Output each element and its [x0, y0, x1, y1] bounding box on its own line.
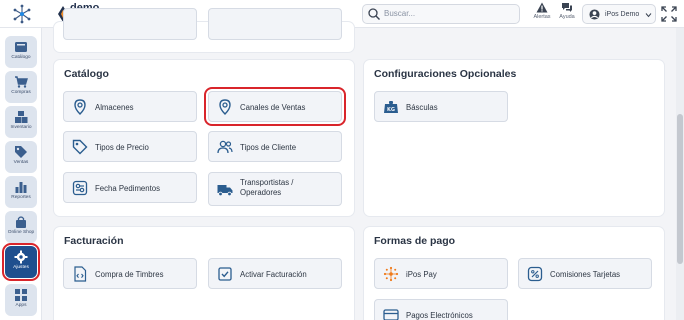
tile-label-basculas: Básculas [406, 103, 438, 112]
tile-ipos-pay[interactable]: iPos Pay [374, 258, 508, 289]
tile-compra-de-timbres[interactable]: Compra de Timbres [63, 258, 197, 289]
location-pin-icon [219, 99, 231, 115]
svg-text:KG: KG [387, 107, 395, 113]
tile-pagos-electronicos[interactable]: Pagos Electrónicos [374, 299, 508, 320]
tile-tipos-de-precio[interactable]: Tipos de Precio [63, 131, 197, 162]
tile-label-line-2: Operadores [240, 188, 282, 197]
tile-label-tipos-de-precio: Tipos de Precio [95, 143, 149, 152]
configuraciones-card: Configuraciones Opcionales KG Básculas [364, 60, 664, 216]
sidebar-item-catalogo[interactable]: Catálogo [5, 36, 37, 68]
ipos-pay-icon [383, 266, 399, 282]
tile-fecha-pedimentos[interactable]: Fecha Pedimentos [63, 172, 197, 203]
chat-help-icon [562, 3, 572, 12]
boxes-icon [15, 111, 28, 123]
user-avatar-icon [589, 9, 600, 20]
network-menu-icon[interactable] [12, 4, 32, 24]
sidebar-label-catalogo: Catálogo [11, 55, 31, 60]
formas-de-pago-title: Formas de pago [374, 235, 456, 247]
chevron-down-icon [645, 13, 652, 18]
search-icon [368, 8, 380, 20]
facturacion-title: Facturación [64, 235, 124, 247]
help-button[interactable]: Ayuda [555, 2, 579, 26]
sidebar-label-compras: Compras [11, 90, 31, 95]
tile-label-tipos-de-cliente: Tipos de Cliente [240, 143, 297, 152]
checkbox-icon [218, 267, 232, 281]
fullscreen-icon[interactable] [661, 6, 677, 22]
user-name: iPos Demo [605, 11, 640, 18]
credit-card-icon [383, 309, 399, 320]
alerts-button[interactable]: Alertas [530, 2, 554, 26]
catalog-icon [15, 42, 27, 52]
tile-transportistas-operadores[interactable]: Transportistas / Operadores [208, 172, 342, 206]
user-menu[interactable]: iPos Demo [582, 4, 656, 24]
sidebar-label-inventario: Inventario [10, 125, 32, 130]
tag-icon [15, 146, 27, 158]
sidebar-item-online-shop[interactable]: Online Shop [5, 211, 37, 243]
catalogo-title: Catálogo [64, 68, 109, 80]
sidebar-label-ajustes: Ajustes [13, 265, 29, 270]
tile-label-comisiones-tarjetas: Comisiones Tarjetas [550, 270, 621, 279]
code-document-icon [74, 266, 87, 282]
tile-label-activar-facturacion: Activar Facturación [240, 270, 307, 279]
bar-chart-icon [15, 182, 27, 193]
tile-label-compra-de-timbres: Compra de Timbres [95, 270, 164, 279]
configuraciones-title: Configuraciones Opcionales [374, 68, 517, 80]
previous-card-partial [54, 8, 354, 52]
catalogo-card: Catálogo Almacenes Canales de Ventas Tip… [54, 60, 354, 216]
shopping-bag-icon [16, 216, 26, 228]
tile-label-almacenes: Almacenes [95, 103, 134, 112]
sidebar-label-ventas: Ventas [13, 160, 29, 165]
sidebar-item-reportes[interactable]: Reportes [5, 176, 37, 208]
sidebar-label-online-shop: Online Shop [7, 230, 35, 235]
formas-de-pago-card: Formas de pago iPos Pay Comisiones Tarje… [364, 227, 664, 320]
sidebar-item-ajustes[interactable]: Ajustes [2, 243, 40, 281]
tile-basculas[interactable]: KG Básculas [374, 91, 508, 122]
users-icon [217, 140, 233, 154]
location-pin-icon [74, 99, 86, 115]
partial-tile[interactable] [63, 8, 197, 40]
sliders-icon [72, 180, 88, 196]
partial-tile[interactable] [208, 8, 342, 40]
sidebar-label-apps: Apps [15, 303, 27, 308]
sidebar-item-inventario[interactable]: Inventario [5, 106, 37, 138]
tile-label-ipos-pay: iPos Pay [406, 270, 437, 279]
gear-icon [14, 250, 28, 264]
tile-label-fecha-pedimentos: Fecha Pedimentos [95, 184, 161, 193]
warning-icon [536, 2, 548, 13]
sidebar-item-apps[interactable]: Apps [5, 284, 37, 316]
tile-label-canales-de-ventas: Canales de Ventas [240, 103, 306, 112]
cart-icon [15, 76, 28, 88]
scale-icon: KG [384, 101, 398, 113]
tile-label-transportistas-operadores: Transportistas / Operadores [240, 178, 293, 198]
page-scrollbar[interactable] [676, 28, 684, 320]
tile-tipos-de-cliente[interactable]: Tipos de Cliente [208, 131, 342, 162]
sidebar-item-compras[interactable]: Compras [5, 71, 37, 103]
tile-label-pagos-electronicos: Pagos Electrónicos [406, 311, 473, 320]
tile-activar-facturacion[interactable]: Activar Facturación [208, 258, 342, 289]
alerts-label: Alertas [533, 14, 551, 20]
percent-icon [527, 266, 543, 282]
search-placeholder: Buscar... [384, 9, 416, 18]
help-label: Ayuda [559, 14, 575, 20]
sidebar-label-reportes: Reportes [11, 195, 31, 200]
tile-almacenes[interactable]: Almacenes [63, 91, 197, 122]
sidebar-item-ventas[interactable]: Ventas [5, 141, 37, 173]
tile-comisiones-tarjetas[interactable]: Comisiones Tarjetas [518, 258, 652, 289]
tile-label-line-1: Transportistas / [240, 178, 294, 187]
search-input[interactable]: Buscar... [362, 4, 520, 24]
sidebar: Catálogo Compras Inventario Ventas Repor… [0, 28, 42, 320]
facturacion-card: Facturación Compra de Timbres Activar Fa… [54, 227, 354, 320]
scrollbar-thumb[interactable] [677, 114, 683, 264]
tile-canales-de-ventas[interactable]: Canales de Ventas [204, 87, 346, 126]
truck-icon [217, 185, 233, 197]
apps-icon [15, 289, 27, 301]
price-tag-icon [72, 139, 88, 155]
